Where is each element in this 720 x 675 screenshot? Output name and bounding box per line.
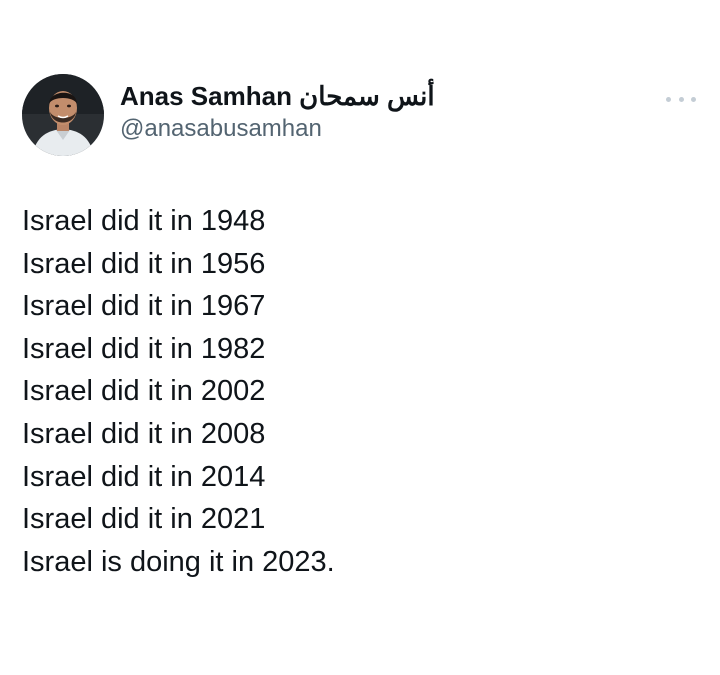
tweet-line: Israel did it in 1982 bbox=[22, 332, 266, 365]
display-name[interactable]: Anas Samhan أنس سمحان bbox=[120, 80, 435, 112]
tweet-line: Israel did it in 2014 bbox=[22, 460, 266, 493]
tweet-line: Israel did it in 2021 bbox=[22, 503, 266, 536]
tweet-line: Israel did it in 1948 bbox=[22, 205, 266, 237]
more-dot bbox=[666, 96, 671, 102]
tweet-line: Israel did it in 2002 bbox=[22, 375, 266, 408]
more-dot bbox=[678, 96, 684, 102]
avatar[interactable] bbox=[22, 74, 104, 156]
tweet-body: Israel did it in 1948 Israel did it in 1… bbox=[22, 200, 682, 583]
more-dot bbox=[691, 96, 696, 102]
tweet-line: Israel did it in 1967 bbox=[22, 290, 266, 323]
tweet-card: Anas Samhan أنس سمحان @anasabusamhan Isr… bbox=[0, 0, 720, 675]
tweet-line: Israel did it in 1956 bbox=[22, 247, 266, 280]
more-options-icon[interactable] bbox=[666, 92, 696, 106]
author-info: Anas Samhan أنس سمحان @anasabusamhan bbox=[120, 80, 435, 144]
tweet-line: Israel did it in 2008 bbox=[22, 417, 266, 450]
profile-photo-icon bbox=[22, 74, 104, 156]
user-handle[interactable]: @anasabusamhan bbox=[120, 114, 435, 144]
tweet-line: Israel is doing it in 2023. bbox=[22, 545, 335, 578]
